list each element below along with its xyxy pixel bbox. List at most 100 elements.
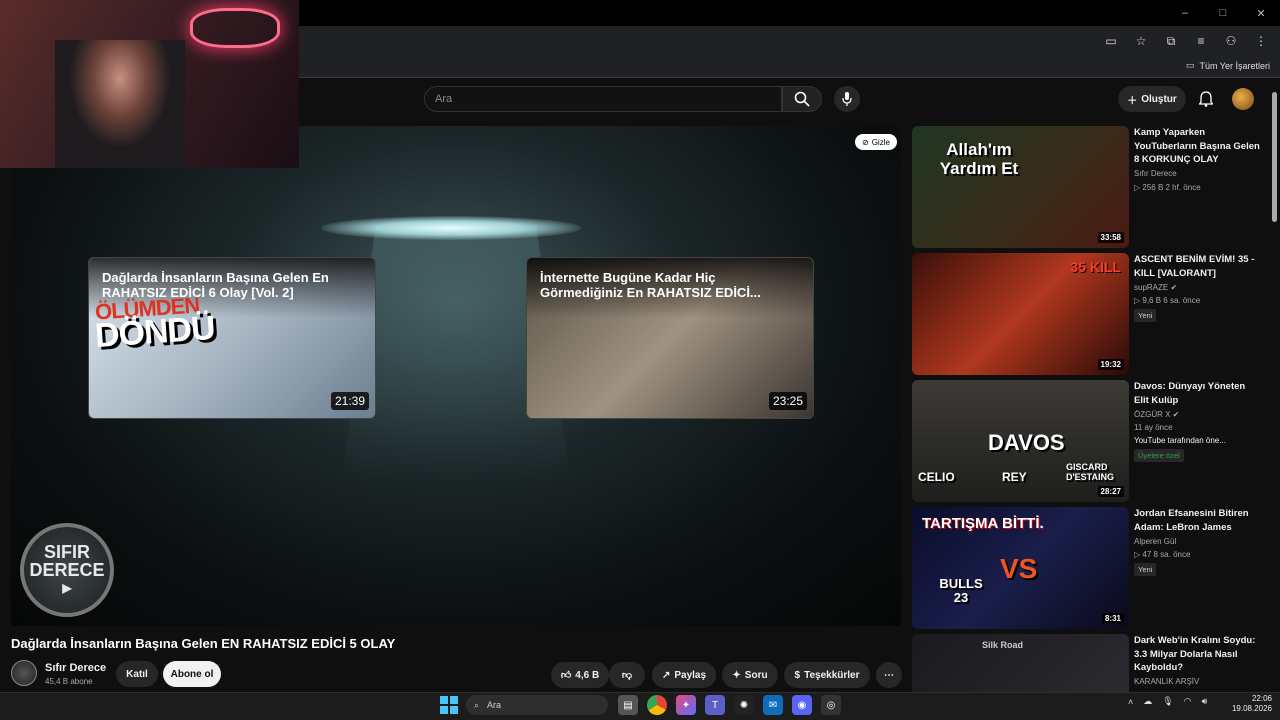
reading-list-icon[interactable]: ≡	[1192, 32, 1210, 50]
more-actions-button[interactable]: ⋯	[876, 662, 902, 688]
create-button[interactable]: ＋ Oluştur	[1118, 86, 1186, 112]
wifi-icon[interactable]: ◠	[1184, 696, 1192, 707]
thanks-button[interactable]: $ Teşekkürler	[784, 662, 870, 688]
recommendation-item[interactable]: DAVOS CELIO REY GISCARD D'ESTAING 28:27 …	[912, 380, 1264, 502]
microphone-icon[interactable]: 🎙︎	[1162, 696, 1173, 707]
all-bookmarks-link[interactable]: ▭ Tüm Yer İşaretleri	[1186, 60, 1270, 71]
watermark-line-2: DERECE	[29, 560, 105, 580]
video-title[interactable]: Jordan Efsanesini Bitiren Adam: LeBron J…	[1134, 507, 1262, 534]
channel-name[interactable]: Sıfır Derece	[1134, 169, 1177, 178]
clock-date: 19.08.2026	[1231, 704, 1272, 713]
mail-icon[interactable]: ✉	[763, 695, 783, 715]
channel-name[interactable]: KARANLIK ARŞİV	[1134, 677, 1199, 686]
channel-name[interactable]: Alperen Gül	[1134, 537, 1176, 546]
hide-label: Gizle	[871, 137, 890, 147]
channel-name[interactable]: ÖZGÜR X ✔	[1134, 410, 1179, 419]
teams-icon[interactable]: T	[705, 695, 725, 715]
play-icon: ▶	[62, 581, 72, 595]
discord-icon[interactable]: ◉	[792, 695, 812, 715]
eye-off-icon: ⊘	[862, 137, 869, 147]
windows-logo-tile	[450, 706, 458, 714]
channel-avatar[interactable]	[11, 660, 37, 686]
clock-time: 22:06	[1251, 694, 1272, 703]
notifications-button[interactable]	[1196, 89, 1216, 109]
thumbnail-text: 35 KILL	[1070, 259, 1121, 275]
endcard-title: Dağlarda İnsanların Başına Gelen En RAHA…	[102, 270, 329, 300]
thumbs-down-icon: 👎︎	[621, 670, 633, 681]
cast-icon[interactable]: ▭	[1102, 32, 1120, 50]
bell-icon	[1199, 91, 1213, 107]
video-thumbnail[interactable]: 35 KILL 19:32	[912, 253, 1129, 375]
members-only-badge: Üyelere özel	[1134, 449, 1184, 462]
dislike-button[interactable]: 👎︎	[609, 662, 645, 688]
video-title[interactable]: ASCENT BENİM EVİM! 35 - KILL [VALORANT]	[1134, 253, 1262, 280]
video-meta: ▷ 9,6 B 6 sa. önce	[1134, 296, 1201, 305]
account-avatar[interactable]	[1232, 88, 1254, 110]
chatgpt-icon[interactable]: ✺	[734, 695, 754, 715]
share-icon: ↗	[661, 669, 671, 681]
endcard-duration: 23:25	[768, 392, 807, 410]
new-badge: Yeni	[1134, 309, 1157, 322]
menu-icon[interactable]: ⋮	[1252, 32, 1270, 50]
share-button[interactable]: ↗ Paylaş	[652, 662, 716, 688]
recommendation-item[interactable]: Allah'ım Yardım Et 33:58 Kamp Yaparken Y…	[912, 126, 1264, 248]
video-thumbnail[interactable]: DAVOS CELIO REY GISCARD D'ESTAING 28:27	[912, 380, 1129, 502]
start-button[interactable]	[440, 696, 458, 714]
taskbar-apps: ▤ ✦ T ✺ ✉ ◉ ◎	[618, 695, 841, 715]
recommendation-item[interactable]: TARTIŞMA BİTTİ. VS BULLS 23 8:31 Jordan …	[912, 507, 1264, 629]
like-count: 4,6 B	[575, 669, 600, 681]
video-thumbnail[interactable]: TARTIŞMA BİTTİ. VS BULLS 23 8:31	[912, 507, 1129, 629]
chrome-icon[interactable]	[647, 695, 667, 715]
video-title[interactable]: Kamp Yaparken YouTuberların Başına Gelen…	[1134, 126, 1262, 167]
browser-toolbar-icons: ▭ ☆ ⧉ ≡ ⚇ ⋮	[1102, 32, 1270, 50]
file-explorer-icon[interactable]: ▤	[618, 695, 638, 715]
plus-icon: ＋	[1127, 95, 1138, 107]
video-thumbnail[interactable]: Silk Road	[912, 634, 1129, 692]
thanks-label: Teşekkürler	[804, 669, 860, 681]
channel-name[interactable]: Sıfır Derece	[45, 662, 106, 674]
channel-name[interactable]: supRAZE ✔	[1134, 283, 1177, 292]
windows-logo-tile	[440, 706, 448, 714]
star-icon[interactable]: ☆	[1132, 32, 1150, 50]
chevron-up-icon[interactable]: ˄	[1128, 697, 1133, 707]
subscribe-button[interactable]: Abone ol	[163, 661, 221, 687]
voice-search-button[interactable]	[834, 86, 860, 112]
join-button[interactable]: Katıl	[116, 661, 158, 687]
thumbnail-jersey: BULLS 23	[939, 576, 983, 605]
thumbnail-vs: VS	[1000, 553, 1038, 584]
close-button[interactable]: ✕	[1242, 0, 1280, 26]
extensions-icon[interactable]: ⧉	[1162, 32, 1180, 50]
taskbar-clock[interactable]: 22:06 19.08.2026	[1226, 694, 1272, 714]
search-input[interactable]: Ara	[424, 86, 782, 112]
volume-icon[interactable]: 🔊︎	[1202, 696, 1208, 707]
search-icon	[794, 91, 810, 107]
channel-watermark[interactable]: SIFIR DERECE ▶	[20, 523, 114, 617]
endcard-video-1[interactable]: ÖLÜMDEN DÖNDÜ Dağlarda İnsanların Başına…	[88, 257, 376, 419]
scrollbar-thumb[interactable]	[1272, 92, 1277, 222]
video-title[interactable]: Davos: Dünyayı Yöneten Elit Kulüp	[1134, 380, 1262, 407]
minimize-button[interactable]: –	[1166, 0, 1204, 26]
thumbnail-text: Allah'ım Yardım Et	[939, 140, 1019, 178]
obs-icon[interactable]: ◎	[821, 695, 841, 715]
search-button[interactable]	[782, 86, 822, 112]
video-title[interactable]: Dark Web'in Kralını Soydu: 3.3 Milyar Do…	[1134, 634, 1262, 675]
cloud-icon[interactable]: ☁	[1143, 696, 1152, 707]
endcard-video-2[interactable]: İnternette Bugüne Kadar Hiç Görmediğiniz…	[526, 257, 814, 419]
endcard-duration: 21:39	[330, 392, 369, 410]
ask-button[interactable]: ✦ Soru	[722, 662, 778, 688]
thanks-icon: $	[794, 669, 801, 681]
neon-light	[190, 8, 280, 48]
copilot-icon[interactable]: ✦	[676, 695, 696, 715]
recommendation-item[interactable]: 35 KILL 19:32 ASCENT BENİM EVİM! 35 - KI…	[912, 253, 1264, 375]
maximize-button[interactable]: □	[1204, 0, 1242, 26]
streamer	[55, 40, 185, 168]
taskbar-search[interactable]: ⌕ Ara	[466, 695, 608, 715]
endcard-art-text: DÖNDÜ	[93, 308, 216, 356]
profile-icon[interactable]: ⚇	[1222, 32, 1240, 50]
recommendation-item[interactable]: Silk Road Dark Web'in Kralını Soydu: 3.3…	[912, 634, 1264, 692]
thumbnail-label: CELIO	[918, 470, 955, 484]
video-thumbnail[interactable]: Allah'ım Yardım Et 33:58	[912, 126, 1129, 248]
like-button[interactable]: 👍︎ 4,6 B	[551, 662, 609, 688]
new-badge: Yeni	[1134, 563, 1157, 576]
hide-endcards-button[interactable]: ⊘ Gizle	[855, 134, 897, 150]
